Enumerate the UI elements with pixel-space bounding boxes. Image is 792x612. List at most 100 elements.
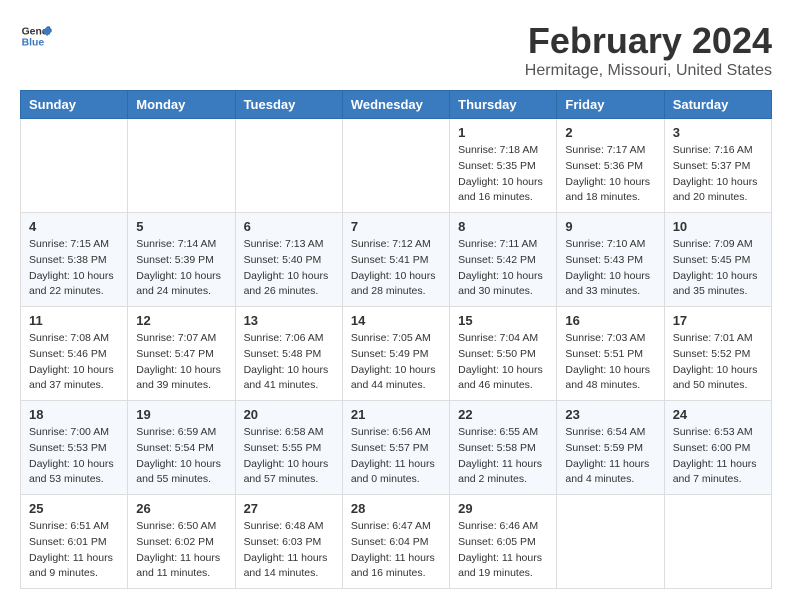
day-info: Sunrise: 7:03 AMSunset: 5:51 PMDaylight:… [565,331,655,394]
calendar-week-4: 18 Sunrise: 7:00 AMSunset: 5:53 PMDayligh… [21,401,772,495]
month-title: February 2024 [525,20,772,62]
calendar-cell: 21 Sunrise: 6:56 AMSunset: 5:57 PMDayligh… [342,401,449,495]
weekday-header-monday: Monday [128,91,235,119]
day-number: 21 [351,407,441,422]
day-number: 29 [458,501,548,516]
day-number: 3 [673,125,763,140]
day-number: 23 [565,407,655,422]
calendar-header-row: SundayMondayTuesdayWednesdayThursdayFrid… [21,91,772,119]
calendar-cell: 10 Sunrise: 7:09 AMSunset: 5:45 PMDayligh… [664,213,771,307]
weekday-header-saturday: Saturday [664,91,771,119]
calendar-week-5: 25 Sunrise: 6:51 AMSunset: 6:01 PMDayligh… [21,495,772,589]
day-number: 28 [351,501,441,516]
calendar-cell: 2 Sunrise: 7:17 AMSunset: 5:36 PMDaylight… [557,119,664,213]
day-info: Sunrise: 6:48 AMSunset: 6:03 PMDaylight:… [244,519,334,582]
day-info: Sunrise: 6:56 AMSunset: 5:57 PMDaylight:… [351,425,441,488]
day-number: 10 [673,219,763,234]
day-number: 7 [351,219,441,234]
day-info: Sunrise: 7:00 AMSunset: 5:53 PMDaylight:… [29,425,119,488]
calendar-cell: 22 Sunrise: 6:55 AMSunset: 5:58 PMDayligh… [450,401,557,495]
day-info: Sunrise: 7:16 AMSunset: 5:37 PMDaylight:… [673,143,763,206]
day-number: 9 [565,219,655,234]
calendar-cell [235,119,342,213]
day-number: 14 [351,313,441,328]
day-info: Sunrise: 7:06 AMSunset: 5:48 PMDaylight:… [244,331,334,394]
calendar-table: SundayMondayTuesdayWednesdayThursdayFrid… [20,90,772,589]
calendar-cell: 29 Sunrise: 6:46 AMSunset: 6:05 PMDayligh… [450,495,557,589]
day-number: 15 [458,313,548,328]
weekday-header-tuesday: Tuesday [235,91,342,119]
day-number: 25 [29,501,119,516]
calendar-cell: 5 Sunrise: 7:14 AMSunset: 5:39 PMDaylight… [128,213,235,307]
day-number: 18 [29,407,119,422]
day-info: Sunrise: 6:47 AMSunset: 6:04 PMDaylight:… [351,519,441,582]
calendar-cell: 11Sunrise: 7:08 AMSunset: 5:46 PMDayligh… [21,307,128,401]
calendar-cell [128,119,235,213]
day-number: 6 [244,219,334,234]
calendar-week-3: 11Sunrise: 7:08 AMSunset: 5:46 PMDayligh… [21,307,772,401]
day-info: Sunrise: 7:17 AMSunset: 5:36 PMDaylight:… [565,143,655,206]
weekday-header-wednesday: Wednesday [342,91,449,119]
day-number: 26 [136,501,226,516]
day-info: Sunrise: 6:53 AMSunset: 6:00 PMDaylight:… [673,425,763,488]
calendar-cell: 7 Sunrise: 7:12 AMSunset: 5:41 PMDaylight… [342,213,449,307]
day-info: Sunrise: 7:11 AMSunset: 5:42 PMDaylight:… [458,237,548,300]
day-info: Sunrise: 6:54 AMSunset: 5:59 PMDaylight:… [565,425,655,488]
calendar-cell: 27 Sunrise: 6:48 AMSunset: 6:03 PMDayligh… [235,495,342,589]
calendar-cell: 8 Sunrise: 7:11 AMSunset: 5:42 PMDaylight… [450,213,557,307]
day-number: 24 [673,407,763,422]
calendar-cell: 26 Sunrise: 6:50 AMSunset: 6:02 PMDayligh… [128,495,235,589]
day-info: Sunrise: 6:58 AMSunset: 5:55 PMDaylight:… [244,425,334,488]
day-info: Sunrise: 6:59 AMSunset: 5:54 PMDaylight:… [136,425,226,488]
day-number: 11 [29,313,119,328]
day-info: Sunrise: 7:10 AMSunset: 5:43 PMDaylight:… [565,237,655,300]
calendar-cell [342,119,449,213]
day-number: 27 [244,501,334,516]
day-info: Sunrise: 6:51 AMSunset: 6:01 PMDaylight:… [29,519,119,582]
calendar-cell: 9 Sunrise: 7:10 AMSunset: 5:43 PMDaylight… [557,213,664,307]
day-number: 2 [565,125,655,140]
day-info: Sunrise: 7:09 AMSunset: 5:45 PMDaylight:… [673,237,763,300]
day-info: Sunrise: 6:55 AMSunset: 5:58 PMDaylight:… [458,425,548,488]
title-section: February 2024 Hermitage, Missouri, Unite… [525,20,772,80]
location-title: Hermitage, Missouri, United States [525,62,772,80]
calendar-cell: 23 Sunrise: 6:54 AMSunset: 5:59 PMDayligh… [557,401,664,495]
day-number: 17 [673,313,763,328]
day-info: Sunrise: 7:15 AMSunset: 5:38 PMDaylight:… [29,237,119,300]
day-info: Sunrise: 7:07 AMSunset: 5:47 PMDaylight:… [136,331,226,394]
calendar-cell [21,119,128,213]
day-info: Sunrise: 7:18 AMSunset: 5:35 PMDaylight:… [458,143,548,206]
calendar-cell [664,495,771,589]
day-number: 5 [136,219,226,234]
day-info: Sunrise: 7:14 AMSunset: 5:39 PMDaylight:… [136,237,226,300]
day-number: 12 [136,313,226,328]
day-number: 20 [244,407,334,422]
day-number: 4 [29,219,119,234]
calendar-cell [557,495,664,589]
calendar-cell: 25 Sunrise: 6:51 AMSunset: 6:01 PMDayligh… [21,495,128,589]
logo-icon: General Blue [20,20,52,52]
day-info: Sunrise: 6:50 AMSunset: 6:02 PMDaylight:… [136,519,226,582]
calendar-cell: 20 Sunrise: 6:58 AMSunset: 5:55 PMDayligh… [235,401,342,495]
day-info: Sunrise: 7:12 AMSunset: 5:41 PMDaylight:… [351,237,441,300]
calendar-cell: 3 Sunrise: 7:16 AMSunset: 5:37 PMDaylight… [664,119,771,213]
day-info: Sunrise: 7:01 AMSunset: 5:52 PMDaylight:… [673,331,763,394]
calendar-cell: 15 Sunrise: 7:04 AMSunset: 5:50 PMDayligh… [450,307,557,401]
calendar-cell: 6Sunrise: 7:13 AMSunset: 5:40 PMDaylight… [235,213,342,307]
weekday-header-friday: Friday [557,91,664,119]
day-info: Sunrise: 6:46 AMSunset: 6:05 PMDaylight:… [458,519,548,582]
day-info: Sunrise: 7:04 AMSunset: 5:50 PMDaylight:… [458,331,548,394]
day-number: 8 [458,219,548,234]
calendar-cell: 24 Sunrise: 6:53 AMSunset: 6:00 PMDayligh… [664,401,771,495]
day-number: 22 [458,407,548,422]
calendar-cell: 17 Sunrise: 7:01 AMSunset: 5:52 PMDayligh… [664,307,771,401]
day-number: 16 [565,313,655,328]
weekday-header-thursday: Thursday [450,91,557,119]
calendar-cell: 18 Sunrise: 7:00 AMSunset: 5:53 PMDayligh… [21,401,128,495]
day-number: 13 [244,313,334,328]
weekday-header-sunday: Sunday [21,91,128,119]
calendar-cell: 4 Sunrise: 7:15 AMSunset: 5:38 PMDaylight… [21,213,128,307]
day-number: 1 [458,125,548,140]
calendar-cell: 1 Sunrise: 7:18 AMSunset: 5:35 PMDaylight… [450,119,557,213]
calendar-cell: 16 Sunrise: 7:03 AMSunset: 5:51 PMDayligh… [557,307,664,401]
